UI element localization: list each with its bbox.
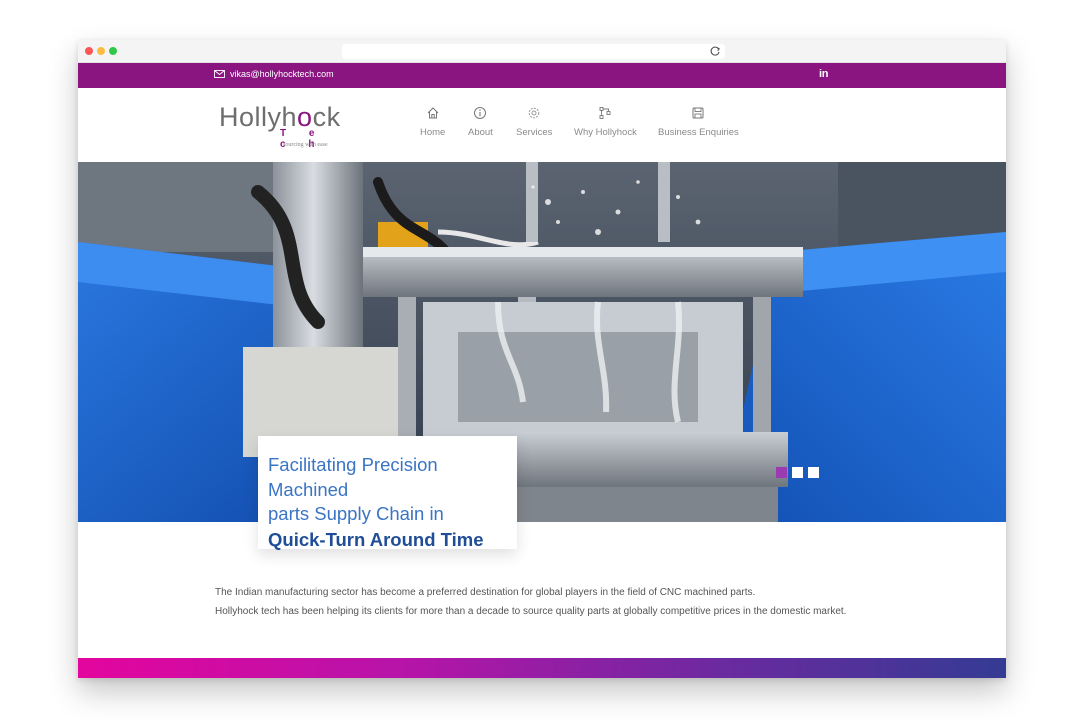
- reload-icon[interactable]: [709, 45, 721, 57]
- browser-toolbar: [78, 40, 1006, 63]
- mail-icon: [214, 70, 225, 78]
- intro-text: The Indian manufacturing sector has beco…: [215, 583, 846, 621]
- email-text: vikas@hollyhocktech.com: [230, 69, 334, 79]
- slide-dot-1[interactable]: [776, 467, 787, 478]
- main-navigation: Hollyhock T e c h sourcing with ease Hom…: [78, 88, 1006, 162]
- minimize-window-button[interactable]: [97, 47, 105, 55]
- nav-services[interactable]: Services: [516, 106, 552, 138]
- save-icon: [692, 107, 704, 119]
- home-icon: [427, 107, 439, 119]
- nav-business-enquiries[interactable]: Business Enquiries: [658, 106, 739, 138]
- flow-icon: [599, 107, 611, 119]
- slide-dot-2[interactable]: [792, 467, 803, 478]
- maximize-window-button[interactable]: [109, 47, 117, 55]
- caption-line-1: Facilitating Precision Machined: [268, 454, 438, 500]
- gear-icon: [528, 107, 540, 119]
- info-icon: [474, 107, 487, 119]
- contact-bar: vikas@hollyhocktech.com in: [78, 63, 1006, 88]
- slide-dot-3[interactable]: [808, 467, 819, 478]
- nav-home[interactable]: Home: [420, 106, 445, 138]
- email-link[interactable]: vikas@hollyhocktech.com: [214, 69, 334, 79]
- hero-caption: Facilitating Precision Machined parts Su…: [258, 436, 517, 550]
- nav-about[interactable]: About: [468, 106, 493, 138]
- caption-headline: Quick-Turn Around Time: [268, 528, 484, 550]
- caption-line-2: parts Supply Chain in: [268, 503, 444, 524]
- nav-why-hollyhock[interactable]: Why Hollyhock: [574, 106, 637, 138]
- intro-line-2: Hollyhock tech has been helping its clie…: [215, 606, 847, 617]
- close-window-button[interactable]: [85, 47, 93, 55]
- address-bar[interactable]: [342, 44, 725, 59]
- hero-slider: [78, 162, 1006, 522]
- hollyhock-logo[interactable]: Hollyhock T e c h sourcing with ease: [219, 102, 340, 150]
- browser-window: vikas@hollyhocktech.com in Hollyhock T e…: [78, 40, 1006, 678]
- footer-gradient-bar: [78, 658, 1006, 678]
- linkedin-icon[interactable]: in: [819, 68, 828, 80]
- slider-dots: [776, 467, 819, 478]
- cnc-machine-photo: [78, 162, 1006, 522]
- logo-tagline: sourcing with ease: [283, 142, 328, 148]
- intro-line-1: The Indian manufacturing sector has beco…: [215, 587, 756, 598]
